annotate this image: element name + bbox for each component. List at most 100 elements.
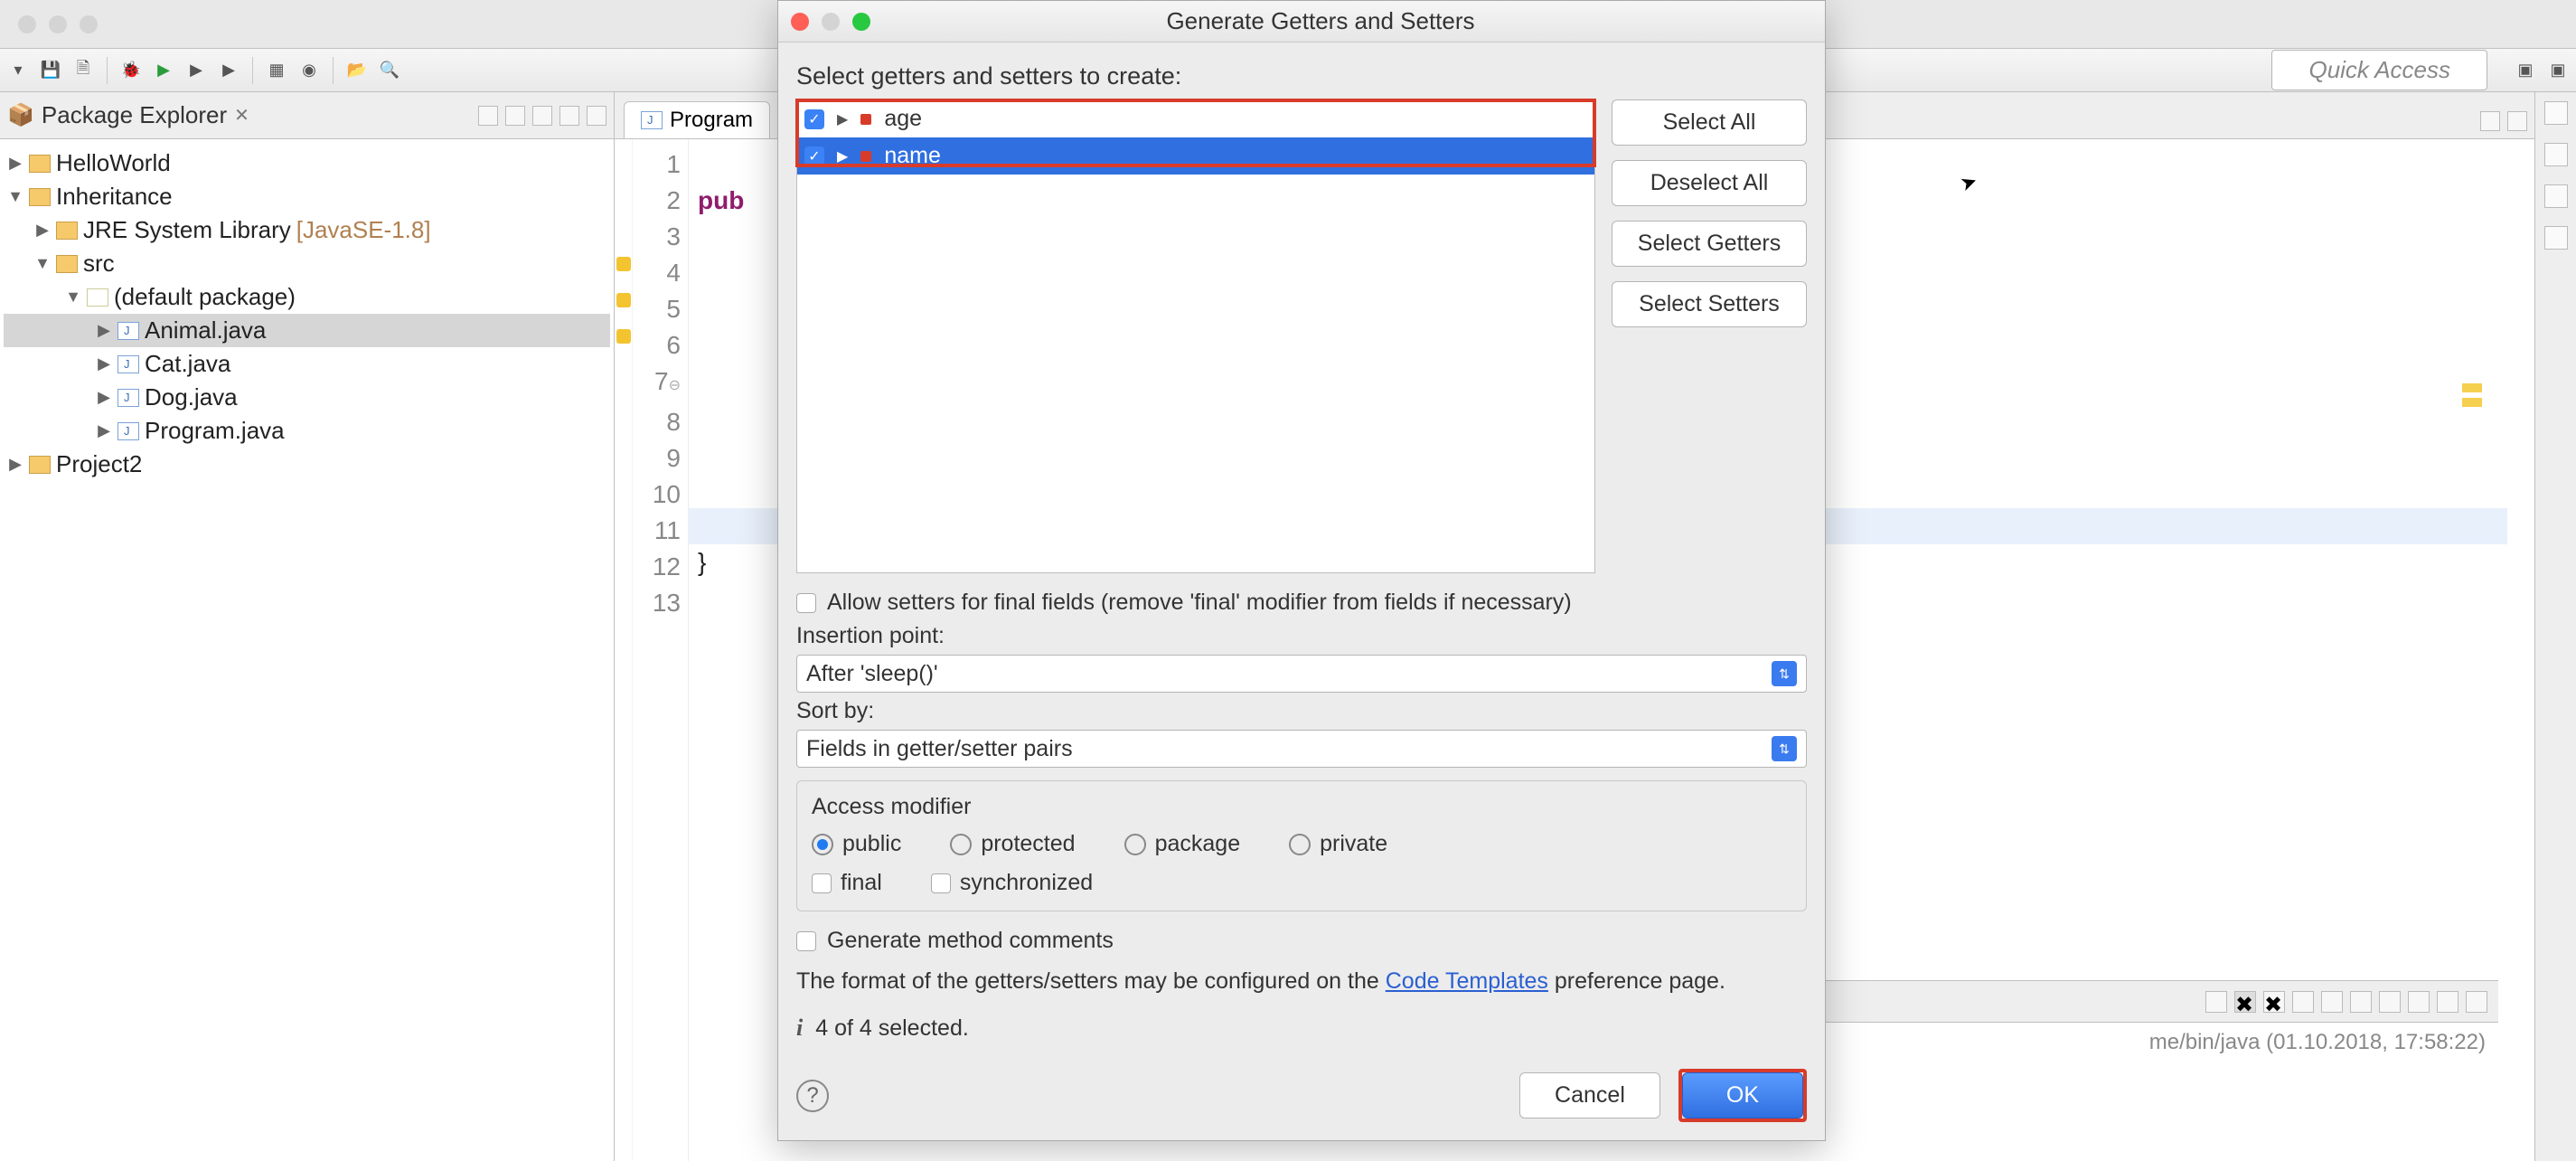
file-cat[interactable]: ▶ Cat.java <box>4 347 610 381</box>
disclosure-icon[interactable]: ▼ <box>7 187 24 206</box>
console-scroll-lock-icon[interactable] <box>2321 991 2343 1013</box>
src-folder[interactable]: ▼ src <box>4 247 610 280</box>
console-display-icon[interactable] <box>2350 991 2372 1013</box>
cancel-button[interactable]: Cancel <box>1519 1072 1660 1119</box>
warning-marker-icon[interactable] <box>616 293 631 307</box>
close-dot-icon[interactable] <box>18 15 36 33</box>
perspective-switch-icon[interactable]: ▣ <box>2545 58 2571 83</box>
checkbox-icon[interactable] <box>796 593 816 613</box>
radio-package[interactable]: package <box>1124 831 1241 857</box>
default-package[interactable]: ▼ (default package) <box>4 280 610 314</box>
disclosure-icon[interactable]: ▶ <box>7 455 24 474</box>
close-window-icon[interactable] <box>791 13 809 31</box>
sort-by-select[interactable]: Fields in getter/setter pairs ⇅ <box>796 730 1807 768</box>
coverage-icon[interactable]: ▶ <box>183 58 209 83</box>
task-list-icon[interactable] <box>2544 143 2568 166</box>
file-animal[interactable]: ▶ Animal.java <box>4 314 610 347</box>
help-icon[interactable]: ? <box>796 1080 829 1112</box>
generate-comments-row[interactable]: Generate method comments <box>796 928 1807 954</box>
link-editor-icon[interactable] <box>505 106 525 126</box>
radio-private[interactable]: private <box>1289 831 1387 857</box>
project-project2[interactable]: ▶ Project2 <box>4 448 610 481</box>
radio-icon[interactable] <box>1124 834 1146 855</box>
checkbox-icon[interactable] <box>796 931 816 951</box>
editor-tab-program[interactable]: Program <box>624 101 770 138</box>
close-icon[interactable]: ✕ <box>234 104 249 127</box>
select-setters-button[interactable]: Select Setters <box>1612 281 1807 327</box>
insertion-point-select[interactable]: After 'sleep()' ⇅ <box>796 655 1807 693</box>
minimize-view-icon[interactable] <box>559 106 579 126</box>
select-all-button[interactable]: Select All <box>1612 99 1807 146</box>
disclosure-icon[interactable]: ▼ <box>65 288 81 307</box>
project-inheritance[interactable]: ▼ Inheritance <box>4 180 610 213</box>
expand-icon[interactable]: ▶ <box>837 147 848 165</box>
console-new-icon[interactable] <box>2408 991 2430 1013</box>
warning-marker-icon[interactable] <box>616 329 631 344</box>
console-terminate-icon[interactable]: ✖ <box>2234 991 2256 1013</box>
checkbox-synchronized[interactable]: synchronized <box>931 870 1093 896</box>
radio-icon[interactable] <box>812 834 833 855</box>
new-class-icon[interactable]: ◉ <box>296 58 322 83</box>
radio-icon[interactable] <box>1289 834 1311 855</box>
expressions-icon[interactable] <box>2544 226 2568 250</box>
disclosure-icon[interactable]: ▶ <box>34 221 51 240</box>
allow-final-checkbox-row[interactable]: Allow setters for final fields (remove '… <box>796 590 1807 616</box>
maximize-editor-icon[interactable] <box>2507 111 2527 131</box>
radio-icon[interactable] <box>950 834 972 855</box>
fields-list[interactable]: ✓ ▶ age ✓ ▶ name <box>796 99 1595 573</box>
select-getters-button[interactable]: Select Getters <box>1612 221 1807 267</box>
save-all-icon[interactable]: 🗎 <box>71 58 96 83</box>
breakpoints-icon[interactable] <box>2544 184 2568 208</box>
jre-library[interactable]: ▶ JRE System Library [JavaSE-1.8] <box>4 213 610 247</box>
dialog-titlebar[interactable]: Generate Getters and Setters <box>778 1 1825 42</box>
search-icon[interactable]: 🔍 <box>377 58 402 83</box>
save-icon[interactable]: 💾 <box>38 58 63 83</box>
field-age[interactable]: ✓ ▶ age <box>797 100 1594 137</box>
run-last-icon[interactable]: ▶ <box>216 58 241 83</box>
view-menu-icon[interactable] <box>532 106 552 126</box>
checkbox-icon[interactable]: ✓ <box>804 109 824 129</box>
minimize-view-icon[interactable] <box>2437 991 2458 1013</box>
console-open-icon[interactable] <box>2379 991 2401 1013</box>
quick-access-input[interactable]: Quick Access <box>2271 50 2487 90</box>
code-templates-link[interactable]: Code Templates <box>1386 968 1548 994</box>
field-name[interactable]: ✓ ▶ name <box>797 137 1594 175</box>
checkbox-final[interactable]: final <box>812 870 882 896</box>
disclosure-icon[interactable]: ▶ <box>96 354 112 373</box>
new-icon[interactable]: ▾ <box>5 58 31 83</box>
maximize-view-icon[interactable] <box>587 106 606 126</box>
overview-marker-icon[interactable] <box>2462 383 2482 392</box>
file-program[interactable]: ▶ Program.java <box>4 414 610 448</box>
radio-protected[interactable]: protected <box>950 831 1075 857</box>
checkbox-icon[interactable]: ✓ <box>804 146 824 166</box>
console-clear-icon[interactable] <box>2205 991 2227 1013</box>
overview-marker-icon[interactable] <box>2462 398 2482 407</box>
console-remove-all-icon[interactable]: ✖ <box>2263 991 2285 1013</box>
radio-public[interactable]: public <box>812 831 901 857</box>
disclosure-icon[interactable]: ▶ <box>96 421 112 440</box>
chevron-updown-icon[interactable]: ⇅ <box>1772 661 1797 686</box>
open-type-icon[interactable]: 📂 <box>344 58 370 83</box>
project-helloworld[interactable]: ▶ HelloWorld <box>4 146 610 180</box>
minimize-dot-icon[interactable] <box>49 15 67 33</box>
zoom-dot-icon[interactable] <box>80 15 98 33</box>
debug-icon[interactable]: 🐞 <box>118 58 144 83</box>
checkbox-icon[interactable] <box>931 873 951 893</box>
expand-icon[interactable]: ▶ <box>837 110 848 128</box>
perspective-java-icon[interactable]: ▣ <box>2513 58 2538 83</box>
run-icon[interactable]: ▶ <box>151 58 176 83</box>
disclosure-icon[interactable]: ▶ <box>7 154 24 173</box>
minimize-editor-icon[interactable] <box>2480 111 2500 131</box>
ok-button[interactable]: OK <box>1682 1072 1803 1119</box>
file-dog[interactable]: ▶ Dog.java <box>4 381 610 414</box>
disclosure-icon[interactable]: ▶ <box>96 388 112 407</box>
deselect-all-button[interactable]: Deselect All <box>1612 160 1807 206</box>
checkbox-icon[interactable] <box>812 873 832 893</box>
maximize-view-icon[interactable] <box>2466 991 2487 1013</box>
disclosure-icon[interactable]: ▼ <box>34 254 51 273</box>
chevron-updown-icon[interactable]: ⇅ <box>1772 736 1797 761</box>
warning-marker-icon[interactable] <box>616 257 631 271</box>
console-pin-icon[interactable] <box>2292 991 2314 1013</box>
project-tree[interactable]: ▶ HelloWorld ▼ Inheritance ▶ JRE System … <box>0 139 614 488</box>
disclosure-icon[interactable]: ▶ <box>96 321 112 340</box>
